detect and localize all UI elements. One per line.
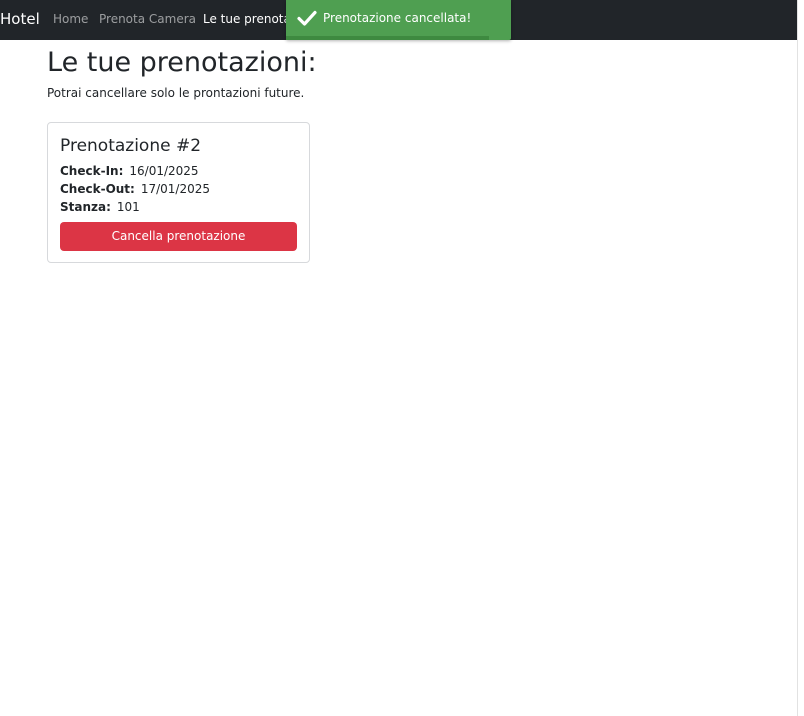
checkout-label: Check-Out: bbox=[60, 182, 135, 196]
checkout-row: Check-Out: 17/01/2025 bbox=[60, 181, 210, 197]
checkout-value: 17/01/2025 bbox=[140, 182, 211, 196]
nav-link-home[interactable]: Home bbox=[53, 11, 88, 27]
checkin-label: Check-In: bbox=[60, 164, 124, 178]
success-toast[interactable]: Prenotazione cancellata! bbox=[286, 0, 511, 40]
checkmark-icon bbox=[297, 10, 317, 26]
booking-title: Prenotazione #2 bbox=[60, 136, 202, 156]
toast-message: Prenotazione cancellata! bbox=[323, 11, 472, 25]
room-label: Stanza: bbox=[60, 200, 111, 214]
navbar-brand[interactable]: Hotel bbox=[0, 9, 40, 29]
toast-progress-bar bbox=[286, 36, 489, 40]
page-title: Le tue prenotazioni: bbox=[47, 47, 317, 78]
checkin-row: Check-In: 16/01/2025 bbox=[60, 163, 199, 179]
page-subtitle: Potrai cancellare solo le prontazioni fu… bbox=[47, 86, 305, 100]
checkin-value: 16/01/2025 bbox=[129, 164, 199, 178]
booking-card: Prenotazione #2 Check-In: 16/01/2025 Chec… bbox=[47, 122, 310, 263]
nav-link-book-room[interactable]: Prenota Camera bbox=[99, 11, 196, 27]
cancel-booking-button[interactable]: Cancella prenotazione bbox=[60, 222, 297, 251]
room-value: 101 bbox=[116, 200, 140, 214]
room-row: Stanza: 101 bbox=[60, 199, 140, 215]
scrollbar[interactable] bbox=[797, 0, 804, 716]
page: Hotel Home Prenota Camera Le tue prenota… bbox=[0, 0, 804, 716]
